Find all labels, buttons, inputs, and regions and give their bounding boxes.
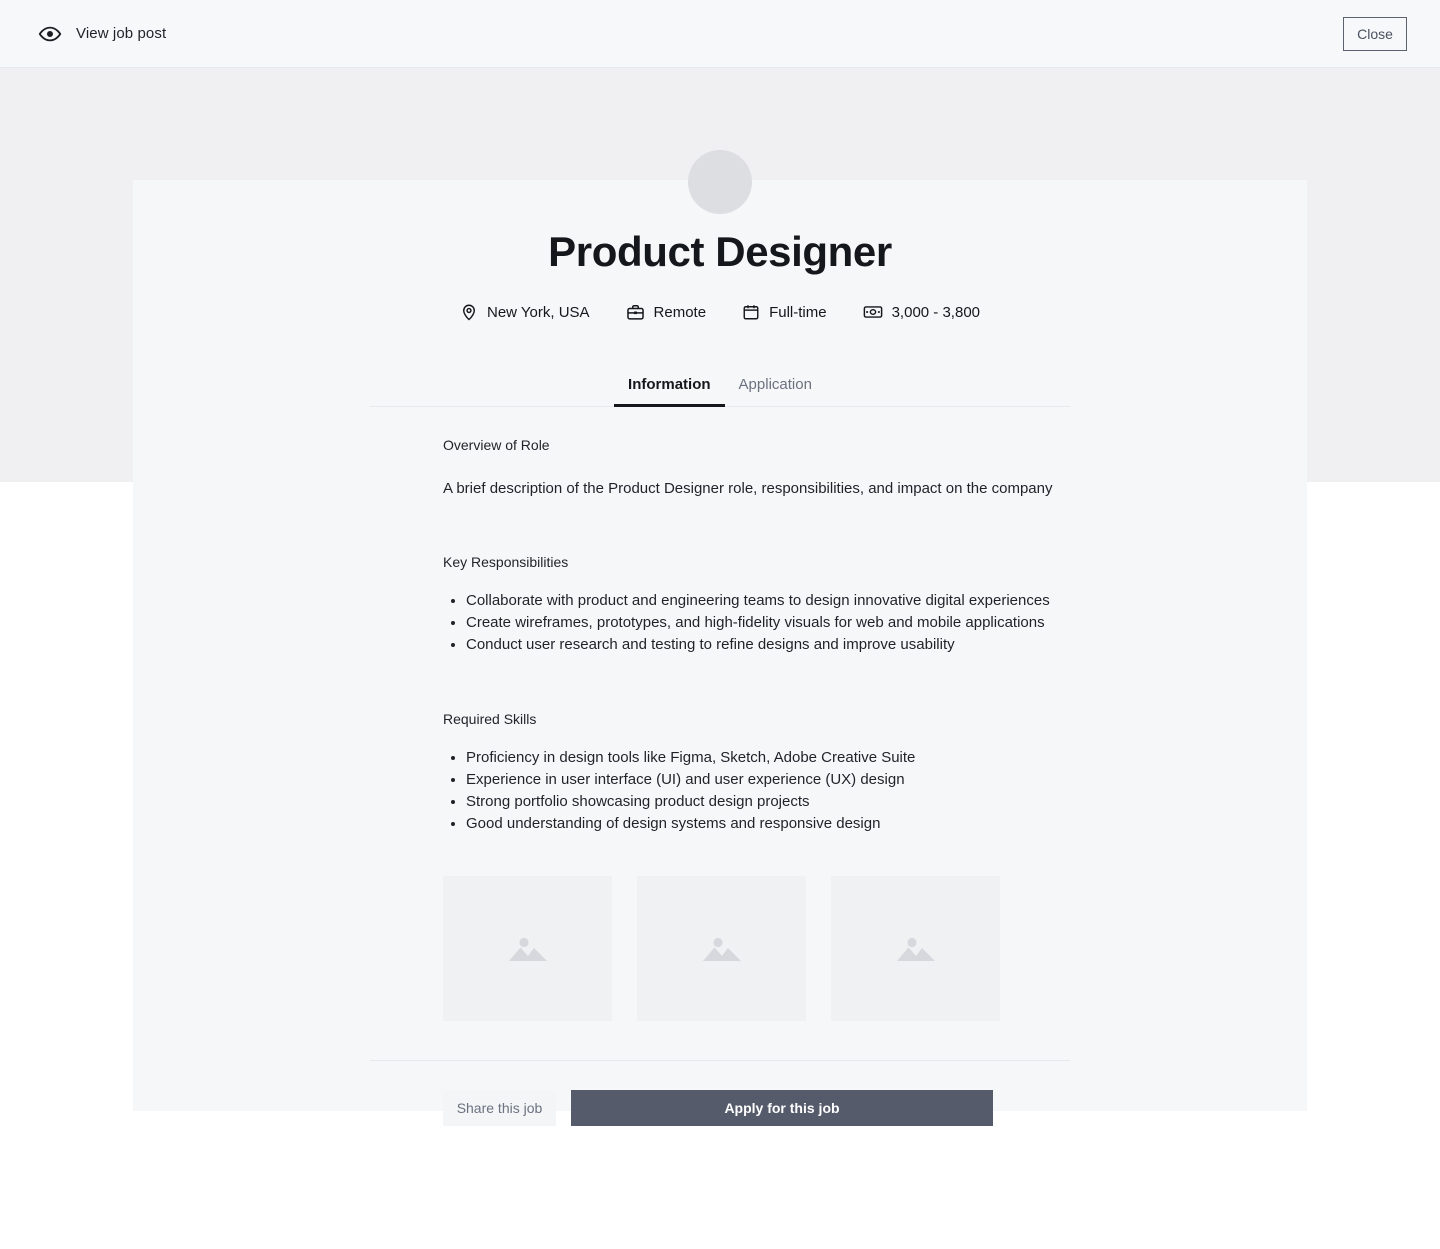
list-item: Create wireframes, prototypes, and high-…: [466, 612, 1070, 634]
list-item: Strong portfolio showcasing product desi…: [466, 791, 1070, 813]
section-heading-skills: Required Skills: [443, 711, 537, 727]
meta-item-employment: Full-time: [742, 303, 827, 321]
meta-item-location: New York, USA: [460, 303, 590, 321]
job-information-panel: Overview of Role A brief description of …: [370, 407, 1070, 1021]
list-item: Proficiency in design tools like Figma, …: [466, 747, 1070, 769]
gallery-thumbnail[interactable]: [443, 876, 612, 1021]
share-job-button[interactable]: Share this job: [443, 1090, 556, 1126]
meta-item-salary: 3,000 - 3,800: [863, 302, 980, 322]
image-placeholder-icon: [895, 932, 937, 966]
tab-information[interactable]: Information: [614, 376, 725, 407]
skills-list: Proficiency in design tools like Figma, …: [370, 747, 1070, 835]
money-icon: [863, 302, 883, 322]
gallery-thumbnail[interactable]: [637, 876, 806, 1021]
section-heading-responsibilities: Key Responsibilities: [443, 554, 569, 570]
job-meta-row: New York, USA Remote Full-time 3,000 - 3…: [133, 302, 1307, 322]
image-placeholder-icon: [507, 932, 549, 966]
job-actions: Share this job Apply for this job: [370, 1061, 1070, 1126]
top-bar-title: View job post: [76, 25, 167, 42]
list-item: Experience in user interface (UI) and us…: [466, 769, 1070, 791]
image-gallery: [370, 876, 1070, 1021]
list-item: Good understanding of design systems and…: [466, 813, 1070, 835]
tab-application[interactable]: Application: [725, 376, 826, 406]
gallery-thumbnail[interactable]: [831, 876, 1000, 1021]
image-placeholder-icon: [701, 932, 743, 966]
eye-icon: [38, 22, 62, 46]
apply-job-button[interactable]: Apply for this job: [571, 1090, 993, 1126]
job-post-card: Product Designer New York, USA Remote Fu…: [133, 150, 1307, 1126]
calendar-icon: [742, 303, 760, 321]
meta-label-salary: 3,000 - 3,800: [891, 303, 980, 321]
section-heading-overview: Overview of Role: [443, 437, 550, 453]
meta-label-location: New York, USA: [487, 303, 590, 321]
location-pin-icon: [460, 303, 478, 321]
meta-label-employment: Full-time: [769, 303, 827, 321]
list-item: Conduct user research and testing to ref…: [466, 634, 1070, 656]
meta-item-worktype: Remote: [626, 303, 707, 322]
responsibilities-list: Collaborate with product and engineering…: [370, 590, 1070, 656]
list-item: Collaborate with product and engineering…: [466, 590, 1070, 612]
tab-bar: Information Application: [370, 376, 1070, 407]
meta-label-worktype: Remote: [653, 303, 707, 321]
company-avatar: [688, 150, 752, 214]
section-text-overview: A brief description of the Product Desig…: [443, 480, 1053, 497]
briefcase-icon: [626, 303, 645, 322]
close-button[interactable]: Close: [1343, 17, 1407, 51]
top-bar-left-group: View job post: [38, 22, 166, 46]
top-bar: View job post Close: [0, 0, 1440, 68]
